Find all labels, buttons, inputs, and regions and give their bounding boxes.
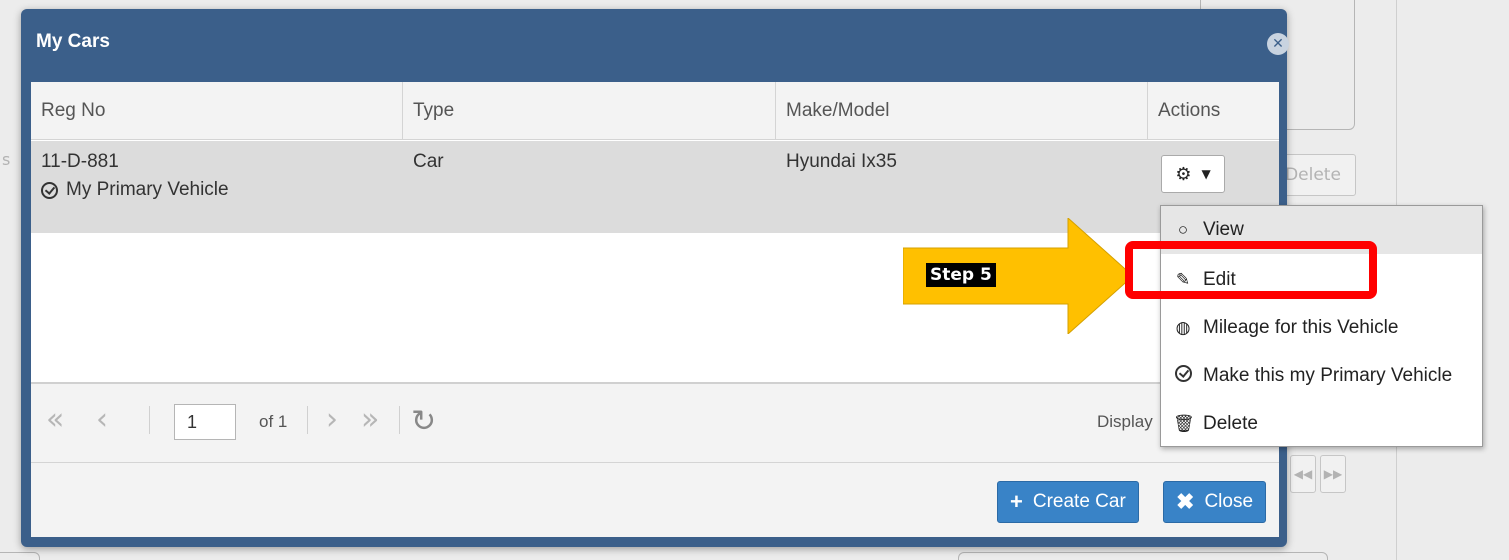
make-model-cell: Hyundai Ix35: [786, 151, 897, 172]
menu-item-mileage[interactable]: ◍ Mileage for this Vehicle: [1161, 304, 1482, 352]
close-x-icon: ✖: [1176, 489, 1195, 514]
column-header-reg-no[interactable]: Reg No: [31, 82, 403, 140]
close-button[interactable]: ✖ Close: [1163, 481, 1267, 523]
create-car-label: Create Car: [1032, 491, 1126, 512]
check-circle-icon: [1173, 365, 1193, 387]
create-car-button[interactable]: + Create Car: [997, 481, 1139, 523]
actions-dropdown-button[interactable]: ⚙ ▼: [1161, 155, 1225, 193]
first-page-icon[interactable]: «: [46, 402, 64, 437]
dialog-footer: + Create Car ✖ Close: [31, 462, 1279, 537]
menu-item-delete-label: Delete: [1203, 413, 1258, 434]
page-count-text: of 1: [259, 412, 288, 431]
background-left-field: [0, 552, 40, 560]
search-icon: ○: [1177, 220, 1189, 239]
column-header-type[interactable]: Type: [403, 82, 776, 140]
menu-item-make-primary[interactable]: Make this my Primary Vehicle: [1161, 352, 1482, 400]
background-pager-prev: ◀◀: [1290, 455, 1316, 493]
prev-page-icon[interactable]: ‹: [96, 402, 108, 437]
pagination-toolbar: « ‹ of 1 › » ↻ Display: [31, 382, 1279, 462]
step-label: Step 5: [926, 263, 996, 287]
chevron-down-icon: ▼: [1201, 167, 1211, 181]
menu-item-mileage-label: Mileage for this Vehicle: [1203, 317, 1399, 338]
plus-icon: +: [1010, 489, 1023, 514]
trash-icon: 🗑: [1173, 414, 1195, 433]
menu-item-make-primary-label: Make this my Primary Vehicle: [1203, 365, 1453, 386]
primary-vehicle-indicator: My Primary Vehicle: [41, 179, 229, 201]
background-delete-label: Delete: [1285, 165, 1341, 185]
menu-item-view-label: View: [1203, 219, 1244, 240]
page-number-input[interactable]: [174, 404, 236, 440]
column-header-actions: Actions: [1158, 100, 1221, 121]
pager-separator: [307, 406, 308, 434]
last-page-icon[interactable]: »: [361, 402, 379, 437]
grid-header: Reg No Type Make/Model Actions: [31, 82, 1279, 140]
display-info-text: Display: [1097, 412, 1153, 431]
dialog-title: My Cars: [36, 31, 110, 52]
column-header-make-model[interactable]: Make/Model: [776, 82, 1148, 140]
pager-separator: [399, 406, 400, 434]
menu-item-delete[interactable]: 🗑 Delete: [1161, 400, 1482, 448]
close-label: Close: [1204, 491, 1254, 512]
highlight-box: [1125, 241, 1377, 299]
type-cell: Car: [413, 151, 444, 172]
check-circle-icon: [41, 181, 58, 199]
close-icon[interactable]: ✕: [1267, 33, 1289, 55]
primary-vehicle-label: My Primary Vehicle: [66, 179, 229, 200]
refresh-icon[interactable]: ↻: [411, 404, 436, 439]
gear-icon: ⚙: [1175, 163, 1192, 185]
background-cut-text: s: [2, 150, 11, 169]
background-field: [958, 552, 1328, 560]
background-pager-next: ▶▶: [1320, 455, 1346, 493]
reg-no-cell: 11-D-881 My Primary Vehicle: [41, 151, 229, 201]
reg-no-value: 11-D-881: [41, 151, 119, 172]
next-page-icon[interactable]: ›: [326, 402, 338, 437]
pager-separator: [149, 406, 150, 434]
dashboard-icon: ◍: [1175, 318, 1191, 337]
